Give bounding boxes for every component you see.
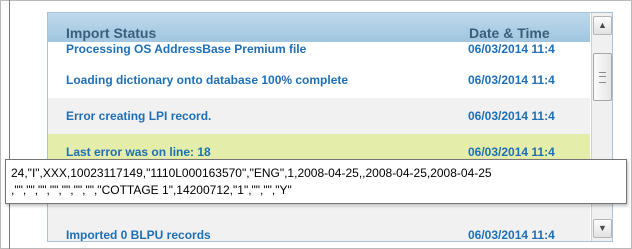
datetime-cell: 06/03/2014 11:4 xyxy=(468,228,555,242)
chevron-down-icon[interactable]: ▼ xyxy=(593,219,612,238)
chevron-up-icon[interactable]: ▲ xyxy=(593,16,612,35)
datetime-cell: 06/03/2014 11:4 xyxy=(468,145,555,159)
status-cell: Imported 0 BLPU records xyxy=(66,228,211,242)
import-status-grid: Import Status Date & Time Processing OS … xyxy=(47,12,613,242)
datetime-cell: 06/03/2014 11:4 xyxy=(468,73,555,87)
table-row[interactable]: Error creating LPI record. 06/03/2014 11… xyxy=(48,98,590,134)
table-row[interactable]: Processing OS AddressBase Premium file 0… xyxy=(48,42,590,56)
table-row[interactable]: Loading dictionary onto database 100% co… xyxy=(48,62,590,98)
error-line-tooltip: 24,"I",XXX,10023117149,"1110L000163570",… xyxy=(5,159,627,204)
status-cell: Error creating LPI record. xyxy=(66,109,212,123)
tooltip-line-2: ,"","","","","","","","COTTAGE 1",142007… xyxy=(11,183,292,197)
status-cell: Processing OS AddressBase Premium file xyxy=(66,42,307,56)
vertical-scrollbar[interactable]: ▲ ▼ xyxy=(591,13,612,241)
status-cell: Loading dictionary onto database 100% co… xyxy=(66,73,349,87)
scrollbar-thumb[interactable] xyxy=(593,53,612,101)
table-row[interactable]: Imported 0 BLPU records 06/03/2014 11:4 xyxy=(48,206,590,242)
grip-icon xyxy=(599,72,606,83)
datetime-cell: 06/03/2014 11:4 xyxy=(468,109,555,123)
status-cell: Last error was on line: 18 xyxy=(66,145,211,159)
panel-divider xyxy=(9,0,10,249)
tooltip-line-1: 24,"I",XXX,10023117149,"1110L000163570",… xyxy=(11,166,492,180)
datetime-cell: 06/03/2014 11:4 xyxy=(468,42,555,56)
